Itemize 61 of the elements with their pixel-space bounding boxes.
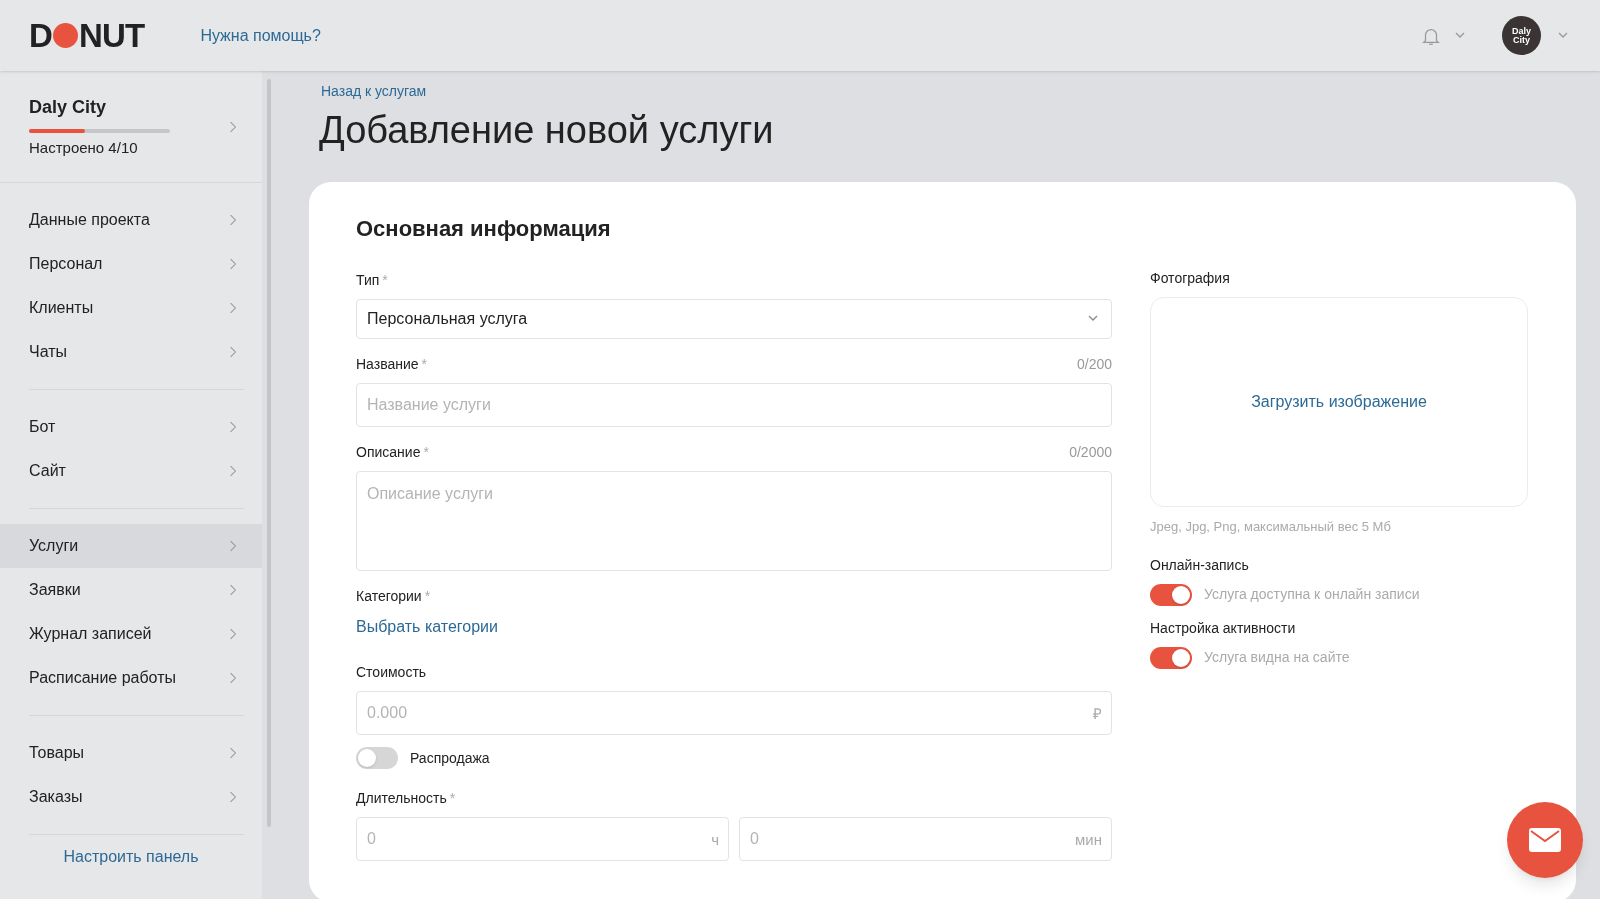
chevron-right-icon xyxy=(229,671,237,685)
chevron-right-icon xyxy=(229,746,237,760)
toggle-switch[interactable] xyxy=(1150,583,1192,606)
sidebar-item[interactable]: Персонал xyxy=(0,242,262,286)
field-label: Стоимость xyxy=(356,663,427,682)
toggle-label: Услуга видна на сайте xyxy=(1204,648,1350,667)
sidebar-item[interactable]: Товары xyxy=(0,731,262,775)
setting-label: Настройка активности xyxy=(1150,618,1297,638)
toggle-label: Распродажа xyxy=(410,748,490,768)
chevron-right-icon xyxy=(229,539,237,553)
character-counter: 0/200 xyxy=(1076,355,1112,374)
sidebar-item[interactable]: Заявки xyxy=(0,568,262,612)
field-label: Описание * xyxy=(356,443,429,462)
unit-label: мин xyxy=(1075,830,1102,850)
image-upload-area[interactable]: Загрузить изображение xyxy=(1150,297,1528,507)
help-link[interactable]: Нужна помощь? xyxy=(200,23,321,48)
field-label: Тип * xyxy=(356,271,388,290)
chevron-right-icon xyxy=(229,345,237,359)
field-label: Категории * xyxy=(356,587,431,606)
sidebar-item[interactable]: Данные проекта xyxy=(0,198,262,242)
chevron-right-icon xyxy=(229,119,237,134)
envelope-icon xyxy=(1529,828,1561,852)
chevron-right-icon xyxy=(229,464,237,478)
sidebar-item[interactable]: Заказы xyxy=(0,775,262,819)
toggle-switch[interactable] xyxy=(356,747,398,769)
field-label: Название * xyxy=(356,355,427,374)
chevron-right-icon xyxy=(229,627,237,641)
customize-panel-link[interactable]: Настроить панель xyxy=(0,845,262,869)
upload-hint: Jpeg, Jpg, Png, максимальный вес 5 Мб xyxy=(1150,518,1392,536)
unit-label: ч xyxy=(711,830,719,850)
toggle-switch[interactable] xyxy=(1150,646,1192,669)
avatar[interactable]: Daly City xyxy=(1502,16,1541,55)
card-title: Основная информация xyxy=(356,215,612,243)
page-title: Добавление новой услуги xyxy=(319,108,775,152)
setup-progress-text: Настроено 4/10 xyxy=(29,137,139,158)
sidebar-item[interactable]: Расписание работы xyxy=(0,656,262,700)
chevron-right-icon xyxy=(229,790,237,804)
character-counter: 0/2000 xyxy=(1069,443,1112,462)
toggle-label: Услуга доступна к онлайн записи xyxy=(1204,585,1420,604)
chevron-right-icon xyxy=(229,213,237,227)
chevron-right-icon xyxy=(229,257,237,271)
back-link[interactable]: Назад к услугам xyxy=(321,81,1576,102)
sidebar-item[interactable]: Сайт xyxy=(0,449,262,493)
sidebar-item[interactable]: Чаты xyxy=(0,330,262,374)
sidebar-item[interactable]: Услуги xyxy=(0,524,262,568)
unit-label: ₽ xyxy=(1093,704,1102,724)
text-input[interactable]: Название услуги xyxy=(356,383,1112,427)
sidebar-item[interactable]: Бот xyxy=(0,405,262,449)
sidebar-item[interactable]: Клиенты xyxy=(0,286,262,330)
choose-categories-link[interactable]: Выбрать категории xyxy=(356,618,498,635)
field-label: Фотография xyxy=(1150,269,1231,288)
chevron-right-icon xyxy=(229,583,237,597)
field-label: Длительность * xyxy=(356,789,456,808)
chevron-right-icon xyxy=(229,301,237,315)
setting-label: Онлайн-запись xyxy=(1150,555,1250,575)
project-name: Daly City xyxy=(29,95,108,119)
sidebar-item[interactable]: Журнал записей xyxy=(0,612,262,656)
type-select[interactable]: Персональная услуга xyxy=(356,299,1112,339)
description-textarea[interactable]: Описание услуги xyxy=(356,471,1112,571)
logo[interactable]: D NUT xyxy=(29,10,145,61)
chevron-right-icon xyxy=(229,420,237,434)
